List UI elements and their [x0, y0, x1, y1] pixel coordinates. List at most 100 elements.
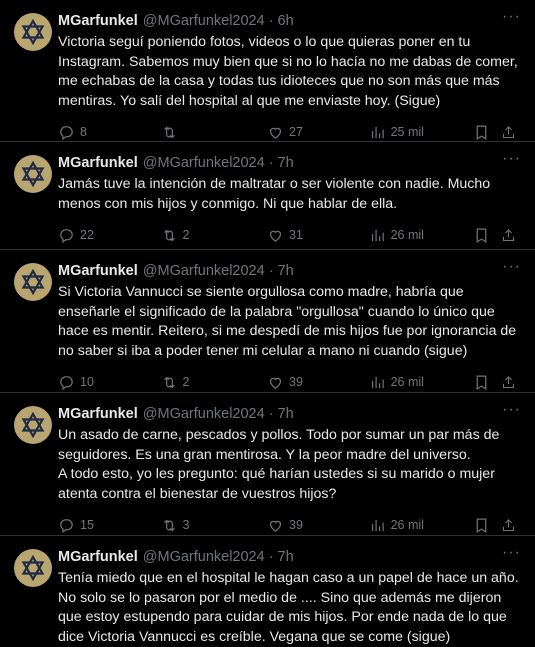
views-button[interactable]: 26 mil [369, 517, 474, 534]
tweet[interactable]: MGarfunkel @MGarfunkel2024 · 7h ··· Un a… [0, 393, 535, 536]
views-icon [371, 519, 384, 531]
timestamp[interactable]: 7h [278, 155, 294, 171]
author-name[interactable]: MGarfunkel [58, 406, 138, 422]
tweet-text: Si Victoria Vannucci se siente orgullosa… [58, 284, 521, 359]
timestamp[interactable]: 6h [278, 13, 294, 29]
tweet-header: MGarfunkel @MGarfunkel2024 · 6h [58, 10, 521, 32]
separator: · [268, 406, 274, 422]
like-count: 39 [289, 518, 303, 532]
reply-count: 8 [80, 125, 87, 139]
retweet-icon [163, 519, 175, 531]
tweet-text: Jamás tuve la intención de maltratar o s… [58, 176, 495, 212]
star-of-david-icon [21, 411, 45, 439]
tweet-text: Tenía miedo que en el hospital le hagan … [58, 570, 523, 645]
more-horizontal-icon[interactable]: ··· [502, 151, 521, 167]
share-icon [502, 228, 515, 241]
retweet-button[interactable]: 3 [161, 517, 268, 534]
views-button[interactable]: 26 mil [369, 374, 474, 391]
author-name[interactable]: MGarfunkel [58, 263, 138, 279]
retweet-icon [163, 376, 175, 388]
retweet-button[interactable] [161, 124, 268, 141]
reply-icon [60, 375, 73, 390]
reply-button[interactable]: 22 [58, 227, 161, 244]
heart-icon [269, 230, 282, 242]
tweet[interactable]: MGarfunkel @MGarfunkel2024 · 7h ··· Si V… [0, 250, 535, 393]
bookmark-button[interactable] [473, 124, 501, 141]
timestamp[interactable]: 7h [278, 549, 294, 565]
retweet-button[interactable]: 2 [161, 374, 268, 391]
views-button[interactable]: 26 mil [369, 227, 474, 244]
bookmark-icon [476, 125, 487, 140]
views-icon [371, 376, 384, 388]
views-count: 26 mil [390, 375, 424, 389]
share-button[interactable] [501, 517, 521, 534]
like-button[interactable]: 39 [267, 374, 369, 391]
views-button[interactable]: 25 mil [369, 124, 474, 141]
author-name[interactable]: MGarfunkel [58, 155, 138, 171]
avatar[interactable] [14, 406, 52, 444]
author-name[interactable]: MGarfunkel [58, 549, 138, 565]
retweet-icon [163, 126, 175, 138]
separator: · [268, 549, 274, 565]
reply-icon [60, 518, 73, 533]
more-horizontal-icon[interactable]: ··· [502, 9, 521, 25]
star-of-david-icon [21, 554, 45, 582]
avatar[interactable] [14, 13, 52, 51]
like-count: 31 [289, 228, 303, 242]
author-name[interactable]: MGarfunkel [58, 13, 138, 29]
like-button[interactable]: 31 [267, 227, 369, 244]
bookmark-button[interactable] [473, 227, 501, 244]
share-button[interactable] [501, 374, 521, 391]
tweet-header: MGarfunkel @MGarfunkel2024 · 7h [58, 152, 521, 174]
tweet-header: MGarfunkel @MGarfunkel2024 · 7h [58, 546, 521, 568]
timeline-feed: MGarfunkel @MGarfunkel2024 · 6h ··· Vict… [0, 0, 535, 647]
reply-button[interactable]: 10 [58, 374, 161, 391]
separator: · [268, 155, 274, 171]
reply-count: 15 [80, 518, 94, 532]
share-icon [502, 518, 515, 531]
author-handle[interactable]: @MGarfunkel2024 [143, 13, 265, 29]
timestamp[interactable]: 7h [278, 263, 294, 279]
heart-icon [269, 127, 282, 139]
heart-icon [269, 520, 282, 532]
views-count: 26 mil [390, 518, 424, 532]
retweet-count: 3 [182, 518, 190, 532]
avatar[interactable] [14, 549, 52, 587]
tweet-text: Un asado de carne, pescados y pollos. To… [58, 427, 500, 502]
avatar[interactable] [14, 155, 52, 193]
like-button[interactable]: 27 [267, 124, 369, 141]
reply-button[interactable]: 15 [58, 517, 161, 534]
more-horizontal-icon[interactable]: ··· [502, 545, 521, 561]
bookmark-button[interactable] [473, 374, 501, 391]
avatar[interactable] [14, 263, 52, 301]
like-count: 27 [289, 125, 303, 139]
star-of-david-icon [21, 18, 45, 46]
tweet-header: MGarfunkel @MGarfunkel2024 · 7h [58, 260, 521, 282]
share-icon [502, 375, 515, 388]
share-button[interactable] [501, 227, 521, 244]
share-button[interactable] [501, 124, 521, 141]
reply-button[interactable]: 8 [58, 124, 161, 141]
more-horizontal-icon[interactable]: ··· [502, 259, 521, 275]
like-count: 39 [289, 375, 303, 389]
reply-count: 22 [80, 228, 94, 242]
bookmark-icon [476, 228, 487, 243]
tweet-header: MGarfunkel @MGarfunkel2024 · 7h [58, 403, 521, 425]
timestamp[interactable]: 7h [278, 406, 294, 422]
author-handle[interactable]: @MGarfunkel2024 [143, 263, 265, 279]
author-handle[interactable]: @MGarfunkel2024 [143, 549, 265, 565]
views-count: 25 mil [390, 125, 424, 139]
reply-count: 10 [80, 375, 94, 389]
more-horizontal-icon[interactable]: ··· [502, 402, 521, 418]
bookmark-button[interactable] [473, 517, 501, 534]
author-handle[interactable]: @MGarfunkel2024 [143, 406, 265, 422]
tweet[interactable]: MGarfunkel @MGarfunkel2024 · 6h ··· Vict… [0, 0, 535, 142]
tweet[interactable]: MGarfunkel @MGarfunkel2024 · 7h ··· Tení… [0, 536, 535, 647]
retweet-count: 2 [182, 375, 190, 389]
author-handle[interactable]: @MGarfunkel2024 [143, 155, 265, 171]
like-button[interactable]: 39 [267, 517, 369, 534]
retweet-icon [163, 229, 175, 241]
reply-icon [60, 125, 73, 140]
retweet-button[interactable]: 2 [161, 227, 268, 244]
tweet[interactable]: MGarfunkel @MGarfunkel2024 · 7h ··· Jamá… [0, 142, 535, 250]
